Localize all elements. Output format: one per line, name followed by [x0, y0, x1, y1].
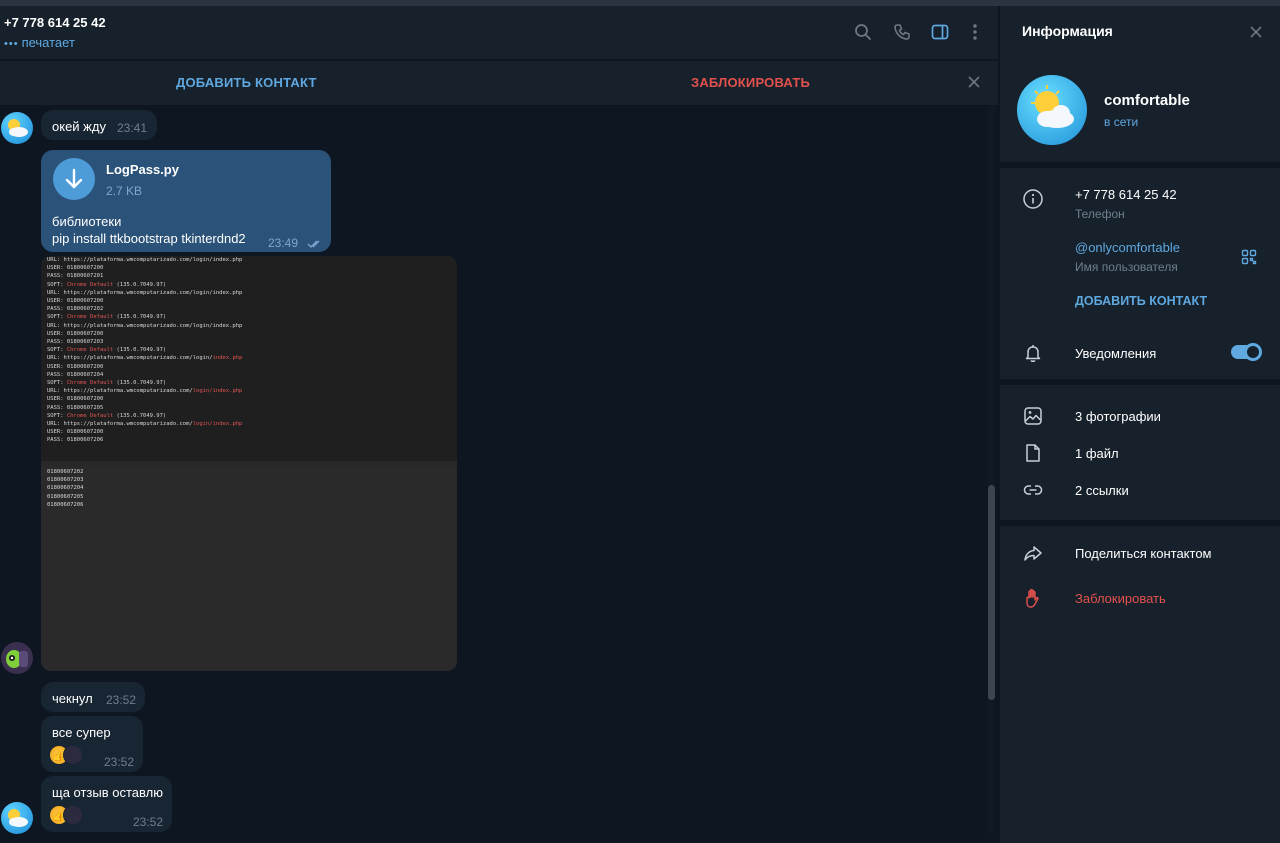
- reaction-avatar: [63, 745, 83, 765]
- phone-number[interactable]: +7 778 614 25 42: [1075, 187, 1177, 202]
- panel-title: Информация: [1022, 23, 1113, 39]
- typing-label: печатает: [21, 35, 75, 50]
- block-contact-button[interactable]: Заблокировать: [1075, 591, 1166, 606]
- message-time: 23:41: [117, 121, 148, 135]
- avatar[interactable]: [1, 112, 33, 144]
- scrollbar-thumb[interactable]: [988, 485, 995, 700]
- peer-name[interactable]: +7 778 614 25 42: [4, 15, 106, 30]
- message-bubble[interactable]: все супер 👍 23:52: [41, 716, 143, 772]
- download-icon[interactable]: [53, 158, 95, 200]
- add-contact-button[interactable]: ДОБАВИТЬ КОНТАКТ: [176, 75, 317, 90]
- share-icon: [1022, 542, 1044, 564]
- hand-stop-icon: [1022, 587, 1044, 609]
- message-text: все супер: [52, 725, 111, 740]
- info-icon: [1022, 188, 1044, 210]
- profile-avatar[interactable]: [1017, 75, 1087, 145]
- link-icon: [1022, 479, 1044, 501]
- file-caption-line2: pip install ttkbootstrap tkinterdnd2: [52, 231, 246, 246]
- file-message-bubble[interactable]: LogPass.py 2.7 KB библиотеки pip install…: [41, 150, 331, 252]
- phone-label: Телефон: [1075, 207, 1125, 221]
- search-icon[interactable]: [853, 22, 873, 42]
- message-text: ща отзыв оставлю: [52, 785, 163, 800]
- typing-dots-icon: •••: [4, 38, 19, 50]
- message-list[interactable]: окей жду 23:41 LogPass.py 2.7 KB библиот…: [0, 105, 998, 843]
- file-icon: [1022, 442, 1044, 464]
- chat-header: +7 778 614 25 42 ••• печатает: [0, 6, 998, 59]
- chat-column: +7 778 614 25 42 ••• печатает ДОБАВИТЬ КО…: [0, 6, 998, 843]
- screenshot-code-1: URL: https://plataforma.wmcomputarizado.…: [47, 257, 243, 444]
- add-contact-link[interactable]: ДОБАВИТЬ КОНТАКТ: [1075, 294, 1207, 308]
- scrollbar[interactable]: [988, 105, 995, 835]
- peer-typing-status: ••• печатает: [4, 35, 75, 50]
- close-icon[interactable]: [966, 74, 982, 90]
- message-text: окей жду: [52, 119, 106, 134]
- message-time: 23:52: [106, 693, 137, 707]
- sidebar-panel-icon[interactable]: [930, 22, 950, 42]
- photos-count: 3 фотографии: [1075, 409, 1161, 424]
- reaction-avatar: [63, 805, 83, 825]
- photo-icon: [1022, 405, 1044, 427]
- screenshot-image-1[interactable]: URL: https://plataforma.wmcomputarizado.…: [41, 256, 457, 461]
- message-bubble[interactable]: ща отзыв оставлю 👍 23:52: [41, 776, 172, 832]
- divider: [1000, 379, 1280, 385]
- files-count: 1 файл: [1075, 446, 1119, 461]
- notifications-toggle[interactable]: [1231, 343, 1262, 361]
- message-time: 23:52: [133, 815, 164, 829]
- username-label: Имя пользователя: [1075, 260, 1178, 274]
- file-name[interactable]: LogPass.py: [106, 162, 179, 177]
- profile-name: comfortable: [1104, 92, 1190, 109]
- avatar[interactable]: [1, 802, 33, 834]
- message-bubble[interactable]: чекнул 23:52: [41, 682, 145, 712]
- bell-icon: [1022, 342, 1044, 364]
- close-icon[interactable]: [1248, 24, 1264, 40]
- file-size: 2.7 KB: [106, 184, 143, 198]
- contact-action-bar: ДОБАВИТЬ КОНТАКТ ЗАБЛОКИРОВАТЬ: [0, 61, 998, 105]
- username-link[interactable]: @onlycomfortable: [1075, 240, 1180, 255]
- file-caption-line1: библиотеки: [52, 214, 122, 229]
- message-time: 23:49: [268, 236, 299, 250]
- profile-status: в сети: [1104, 115, 1139, 129]
- screenshot-image-2[interactable]: 01800607202 01800607203 01800607204 0180…: [41, 466, 457, 671]
- divider: [1000, 162, 1280, 168]
- message-time: 23:52: [104, 755, 135, 769]
- notifications-label: Уведомления: [1075, 346, 1157, 361]
- avatar[interactable]: [1, 642, 33, 674]
- reactions[interactable]: 👍: [49, 745, 83, 765]
- toggle-knob: [1244, 343, 1262, 361]
- message-bubble[interactable]: окей жду 23:41: [41, 110, 157, 140]
- divider: [1000, 520, 1280, 526]
- screenshot-code-2: 01800607202 01800607203 01800607204 0180…: [47, 469, 84, 508]
- links-count: 2 ссылки: [1075, 483, 1129, 498]
- message-text: чекнул: [52, 691, 93, 706]
- phone-icon[interactable]: [892, 22, 912, 42]
- more-vertical-icon[interactable]: [965, 22, 985, 42]
- read-checks-icon: [307, 236, 323, 248]
- image-message[interactable]: URL: https://plataforma.wmcomputarizado.…: [41, 256, 457, 671]
- qr-code-icon[interactable]: [1241, 249, 1257, 265]
- reactions[interactable]: 👍: [49, 805, 83, 825]
- info-panel: Информация comfortable в сети +7 778 614…: [999, 6, 1280, 843]
- block-user-button[interactable]: ЗАБЛОКИРОВАТЬ: [691, 75, 810, 90]
- share-contact-label: Поделиться контактом: [1075, 546, 1212, 561]
